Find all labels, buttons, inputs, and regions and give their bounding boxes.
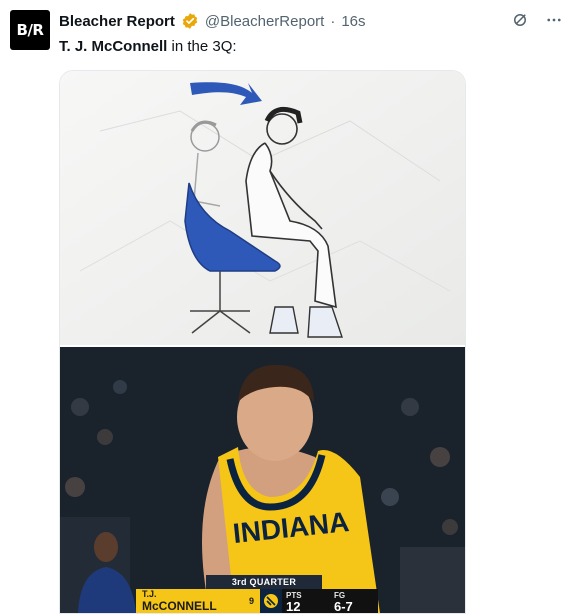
tweet-media[interactable]: INDIANA 3rd QUARTER T.J. McCONNELL 9 PTS… bbox=[59, 70, 466, 614]
account-handle[interactable]: @BleacherReport bbox=[205, 13, 324, 30]
tweet-header: Bleacher Report @BleacherReport · 16s bbox=[59, 10, 560, 32]
scorebug-stat-pts: PTS 12 bbox=[282, 589, 330, 613]
pacers-logo-icon bbox=[260, 589, 282, 613]
scorebug-player: T.J. McCONNELL 9 bbox=[136, 589, 260, 613]
more-icon[interactable] bbox=[544, 10, 564, 30]
scorebug: T.J. McCONNELL 9 PTS 12 FG 6-7 bbox=[136, 589, 378, 613]
scorebug-player-last: McCONNELL bbox=[142, 598, 217, 613]
stat-value: 12 bbox=[286, 599, 301, 614]
sketch-illustration bbox=[60, 71, 465, 345]
scorebug-stat-fg: FG 6-7 bbox=[330, 589, 378, 613]
separator-dot: · bbox=[330, 12, 336, 30]
scorebug-player-names: T.J. McCONNELL bbox=[142, 588, 217, 613]
stat-label: PTS bbox=[286, 591, 302, 600]
timestamp[interactable]: 16s bbox=[341, 13, 365, 30]
stat-label: FG bbox=[334, 591, 346, 600]
meme-illustration-panel bbox=[60, 71, 465, 345]
broadcast-still-panel: INDIANA 3rd QUARTER T.J. McCONNELL 9 PTS… bbox=[60, 347, 465, 613]
account-name[interactable]: Bleacher Report bbox=[59, 13, 175, 30]
stat-value: 6-7 bbox=[334, 599, 353, 614]
avatar[interactable]: B/R bbox=[10, 10, 50, 50]
scorebug-player-number: 9 bbox=[248, 596, 254, 606]
tweet-text-player: T. J. McConnell bbox=[59, 38, 168, 55]
tweet-text-rest: in the 3Q: bbox=[167, 38, 237, 55]
scorebug-player-first: T.J. bbox=[142, 588, 157, 599]
tweet-text: T. J. McConnell in the 3Q: bbox=[59, 38, 237, 55]
top-actions bbox=[510, 10, 564, 30]
verified-badge-icon bbox=[182, 13, 198, 29]
scorebug-quarter: 3rd QUARTER bbox=[206, 575, 322, 589]
grok-icon[interactable] bbox=[510, 10, 530, 30]
player-photo: INDIANA bbox=[60, 347, 465, 613]
